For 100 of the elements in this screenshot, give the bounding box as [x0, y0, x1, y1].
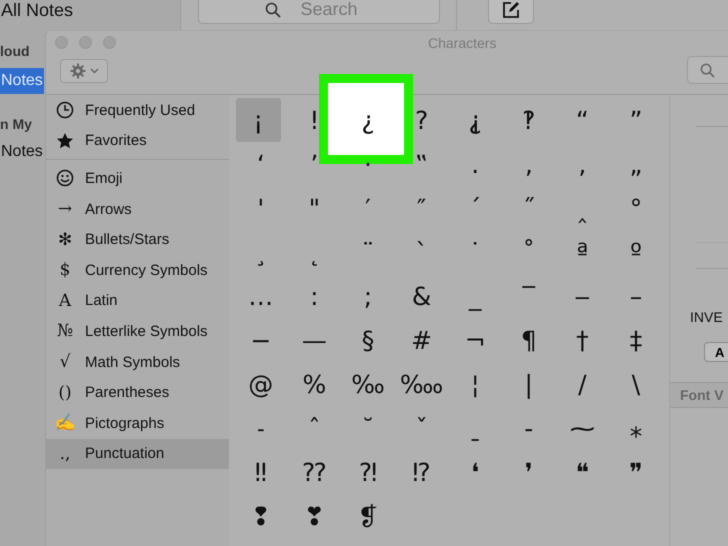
- character-cell[interactable]: ˗: [254, 414, 267, 442]
- character-cell[interactable]: ª: [574, 238, 590, 266]
- character-cell[interactable]: ‼: [252, 458, 269, 486]
- category-item[interactable]: → Arrows: [46, 194, 229, 224]
- character-cell[interactable]: §: [360, 326, 376, 354]
- character-cell[interactable]: ․: [468, 150, 482, 178]
- category-glyph: .,: [60, 444, 70, 463]
- category-glyph: √: [60, 353, 70, 372]
- character-cell[interactable]: ‰: [349, 370, 387, 398]
- category-item[interactable]: Emoji: [46, 163, 229, 194]
- character-cell[interactable]: º: [628, 238, 644, 266]
- category-item[interactable]: Frequently Used: [46, 95, 229, 126]
- category-label: Favorites: [85, 132, 147, 150]
- character-cell[interactable]: &: [410, 282, 434, 310]
- folder-item[interactable]: Notes: [0, 68, 44, 94]
- character-cell[interactable]: ❜: [522, 458, 535, 486]
- category-item[interactable]: √ Math Symbols: [46, 346, 229, 378]
- character-cell[interactable]: „: [627, 150, 644, 178]
- category-label: Letterlike Symbols: [85, 322, 208, 340]
- character-cell[interactable]: :: [308, 282, 321, 310]
- character-cell[interactable]: ': [255, 194, 266, 222]
- character-cell[interactable]: “: [574, 106, 591, 134]
- character-cell[interactable]: ❡: [356, 502, 380, 530]
- character-cell[interactable]: \: [630, 370, 642, 398]
- character-cell[interactable]: ˆ: [306, 414, 323, 442]
- character-cell[interactable]: ❝: [574, 458, 592, 486]
- character-cell[interactable]: ": [306, 194, 322, 222]
- character-cell[interactable]: ‚: [522, 150, 535, 178]
- character-cell[interactable]: ⁎: [628, 414, 644, 442]
- compose-button[interactable]: [488, 0, 534, 24]
- character-cell[interactable]: −: [248, 326, 274, 354]
- category-item[interactable]: () Parentheses: [46, 377, 229, 408]
- character-cell[interactable]: †: [574, 326, 591, 354]
- character-cell[interactable]: ˛: [306, 238, 323, 266]
- character-cell[interactable]: ¿: [359, 106, 377, 134]
- character-cell[interactable]: ¸: [252, 238, 270, 266]
- character-cell[interactable]: ;: [362, 282, 374, 310]
- inspector-button[interactable]: A: [704, 342, 728, 362]
- character-cell[interactable]: ¦: [468, 370, 482, 398]
- character-cell[interactable]: ¬: [462, 326, 488, 354]
- category-label: Pictographs: [85, 414, 164, 432]
- character-cell[interactable]: ˝: [520, 194, 538, 222]
- character-cell[interactable]: …: [246, 282, 276, 310]
- character-cell[interactable]: /: [576, 370, 589, 398]
- category-item[interactable]: ✻ Bullets/Stars: [46, 224, 229, 255]
- character-cell[interactable]: ˇ: [413, 414, 430, 442]
- character-cell[interactable]: ❞: [627, 458, 645, 486]
- character-cell[interactable]: ⸘: [466, 106, 484, 134]
- category-item[interactable]: A Latin: [46, 286, 229, 316]
- character-cell[interactable]: ˚: [520, 238, 538, 266]
- character-cell[interactable]: #: [409, 326, 434, 354]
- category-item[interactable]: Favorites: [46, 126, 229, 156]
- character-cell[interactable]: ?: [412, 106, 430, 134]
- folder-item[interactable]: Notes: [0, 139, 44, 165]
- category-glyph: →: [58, 200, 72, 218]
- character-cell[interactable]: °: [628, 194, 644, 222]
- character-cell[interactable]: ”: [627, 106, 644, 134]
- character-cell[interactable]: ‐: [522, 414, 536, 442]
- character-cell[interactable]: ‱: [398, 370, 446, 398]
- character-cell[interactable]: ‘: [254, 150, 267, 178]
- settings-button[interactable]: [60, 59, 108, 83]
- character-cell[interactable]: ‽: [520, 106, 538, 134]
- character-cell[interactable]: ,: [576, 150, 588, 178]
- character-cell[interactable]: ❢: [248, 502, 274, 530]
- character-cell[interactable]: ˙: [466, 238, 484, 266]
- character-cell[interactable]: ⁉: [410, 458, 433, 486]
- inspector-label: INVE: [690, 309, 724, 325]
- category-item[interactable]: $ Currency Symbols: [46, 254, 229, 286]
- character-cell[interactable]: ‒: [572, 282, 592, 310]
- character-cell[interactable]: ˋ: [413, 238, 430, 266]
- character-cell[interactable]: ¨: [360, 238, 376, 266]
- character-cell[interactable]: ’: [308, 150, 320, 178]
- category-item[interactable]: № Letterlike Symbols: [46, 316, 229, 347]
- character-cell[interactable]: ¡: [236, 98, 281, 142]
- character-cell[interactable]: ❛: [469, 458, 482, 486]
- category-item[interactable]: ✍ Pictographs: [46, 408, 229, 439]
- character-cell[interactable]: %: [300, 370, 328, 398]
- search-field[interactable]: Search: [198, 0, 440, 24]
- character-cell[interactable]: !: [307, 106, 322, 134]
- character-cell[interactable]: ‸: [576, 194, 589, 222]
- character-cell[interactable]: ‡: [628, 326, 644, 354]
- category-item[interactable]: ., Punctuation: [46, 438, 229, 470]
- character-cell[interactable]: ❣: [302, 502, 327, 530]
- character-cell[interactable]: ⁇: [300, 458, 328, 486]
- character-cell[interactable]: ⁓: [568, 414, 597, 442]
- character-cell[interactable]: @: [246, 370, 276, 398]
- character-cell[interactable]: ˊ: [466, 194, 484, 222]
- character-cell[interactable]: ¶: [518, 326, 539, 354]
- character-cell[interactable]: ˘: [360, 414, 376, 442]
- character-cell[interactable]: |: [522, 370, 535, 398]
- character-cell[interactable]: ⁈: [356, 458, 380, 486]
- character-cell[interactable]: _: [466, 282, 484, 310]
- character-cell[interactable]: –: [628, 282, 644, 310]
- character-cell[interactable]: ‾: [520, 282, 538, 310]
- character-cell[interactable]: ‟: [413, 150, 430, 178]
- character-cell[interactable]: ˍ: [466, 414, 484, 442]
- character-cell[interactable]: ″: [414, 194, 428, 222]
- character-cell[interactable]: ′: [363, 194, 373, 222]
- character-cell[interactable]: —: [300, 326, 329, 354]
- category-label: Bullets/Stars: [85, 231, 170, 248]
